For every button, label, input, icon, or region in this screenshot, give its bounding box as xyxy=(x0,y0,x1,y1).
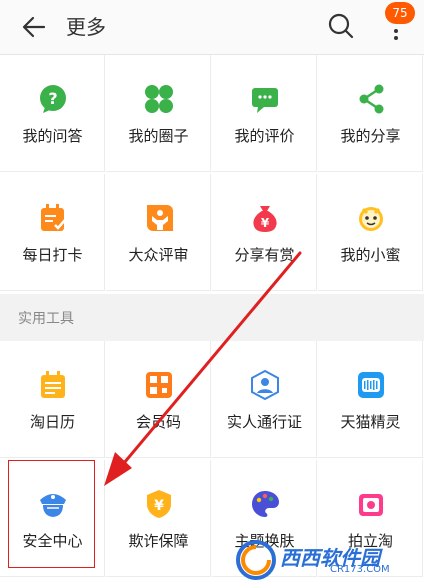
grid-item-label: 实人通行证 xyxy=(226,413,302,431)
grid-item-review[interactable]: 大众评审 xyxy=(106,174,211,291)
grid-item-label: 分享有赏 xyxy=(234,246,295,264)
grid-item-label: 欺诈保障 xyxy=(128,532,189,550)
grid-item-circle-group[interactable]: 我的圈子 xyxy=(106,55,211,172)
grid-item-label: 我的圈子 xyxy=(128,127,189,145)
grid-item-question-bubble[interactable]: ? 我的问答 xyxy=(0,55,105,172)
grid-item-label: 会员码 xyxy=(135,413,181,431)
search-icon[interactable] xyxy=(327,12,355,40)
grid-item-member-code[interactable]: 会员码 xyxy=(106,341,211,458)
calendar-icon xyxy=(41,371,65,398)
grid-item-checkin[interactable]: 每日打卡 xyxy=(0,174,105,291)
review-icon xyxy=(147,205,173,231)
svg-text:?: ? xyxy=(48,89,57,108)
page-title: 更多 xyxy=(66,15,106,39)
circle-group-icon xyxy=(145,85,173,113)
grid-item-label: 我的问答 xyxy=(22,127,83,145)
section-title: 实用工具 xyxy=(18,311,74,327)
grid-item-calendar[interactable]: 淘日历 xyxy=(0,341,105,458)
checkin-icon xyxy=(41,204,66,231)
grid-item-fraud-shield[interactable]: ¥ 欺诈保障 xyxy=(106,460,211,577)
svg-text:¥: ¥ xyxy=(154,498,164,514)
camera-icon xyxy=(359,494,383,516)
fraud-shield-icon: ¥ xyxy=(147,490,171,518)
share-icon xyxy=(359,84,384,114)
grid-item-tmall-genie[interactable]: 天猫精灵 xyxy=(318,341,423,458)
palette-icon xyxy=(252,491,279,517)
grid-item-label: 大众评审 xyxy=(128,246,189,264)
grid-item-comment[interactable]: 我的评价 xyxy=(212,55,317,172)
grid-item-label: 我的分享 xyxy=(340,127,401,145)
grid-item-label: 我的小蜜 xyxy=(340,246,401,264)
identity-icon xyxy=(251,369,279,401)
tmall-genie-icon xyxy=(358,372,384,398)
grid-item-label: 我的评价 xyxy=(234,127,295,145)
top-bar: 更多 75 xyxy=(0,0,424,55)
member-code-icon xyxy=(146,372,172,398)
my-tools-grid: ? 我的问答 我的圈子 我的评价 我的分享每日打卡 大众评审 ¥ 分享有赏 我的小蜜 xyxy=(0,55,424,294)
money-bag-icon: ¥ xyxy=(253,206,277,232)
grid-item-money-bag[interactable]: ¥ 分享有赏 xyxy=(212,174,317,291)
section-header: 实用工具 xyxy=(0,294,424,340)
svg-text:¥: ¥ xyxy=(261,216,270,230)
grid-item-identity[interactable]: 实人通行证 xyxy=(212,341,317,458)
assistant-icon xyxy=(359,207,383,231)
grid-item-label: 每日打卡 xyxy=(22,246,83,264)
comment-icon xyxy=(252,88,278,113)
highlight-box xyxy=(8,460,95,568)
watermark-subtext: CR173.COM xyxy=(330,564,390,575)
question-bubble-icon: ? xyxy=(40,85,66,113)
grid-item-label: 天猫精灵 xyxy=(340,413,401,431)
back-arrow-icon[interactable] xyxy=(20,13,48,41)
grid-item-share[interactable]: 我的分享 xyxy=(318,55,423,172)
grid-item-assistant[interactable]: 我的小蜜 xyxy=(318,174,423,291)
grid-item-label: 淘日历 xyxy=(29,413,75,431)
notification-badge: 75 xyxy=(385,2,415,24)
